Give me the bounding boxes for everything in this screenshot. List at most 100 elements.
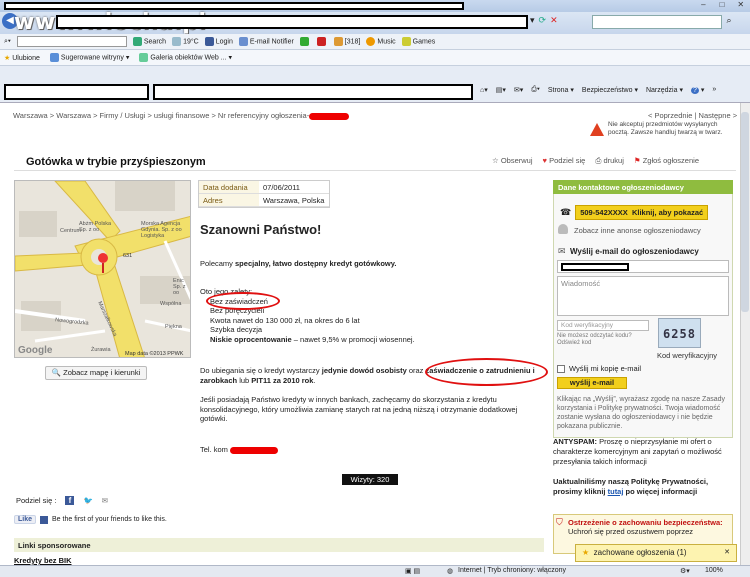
privacy-link[interactable]: tutaj	[608, 487, 624, 496]
watch-link[interactable]: ☆ Obserwuj	[492, 156, 533, 166]
map-label: Centrum	[60, 228, 82, 234]
login-item[interactable]: Login	[204, 37, 233, 46]
antispam-title: ANTYSPAM:	[553, 437, 598, 446]
map-directions-button[interactable]: 🔍 Zobacz mapę i kierunki	[45, 366, 147, 380]
settings-icon[interactable]: ⚙▾	[680, 567, 690, 575]
security-menu[interactable]: Bezpieczeństwo ▾	[582, 86, 638, 94]
address-bar[interactable]	[56, 15, 528, 29]
print-label: drukuj	[603, 156, 624, 165]
location-map[interactable]: Centrum Abżm Polska Sp. z oo Morska Agen…	[14, 180, 191, 358]
print-icon[interactable]: ⎙▾	[531, 86, 540, 94]
refresh-icon[interactable]: ⟳	[539, 15, 547, 26]
verification-code-field[interactable]: Kod weryfikacyjny	[557, 320, 649, 331]
red-annotation-circle	[425, 358, 548, 386]
intro-prefix: Polecamy	[200, 259, 236, 268]
redacted-title	[4, 2, 464, 10]
sender-email-field[interactable]	[557, 260, 729, 273]
map-credit: Map data ©2013 PPWK	[125, 351, 184, 357]
date-row: Data dodania 07/06/2011	[199, 181, 329, 194]
redacted-tab-1[interactable]	[4, 84, 149, 100]
copy-me-row: Wyślij mi kopię e-mail	[557, 364, 641, 373]
help-menu-label: ?	[690, 87, 699, 94]
search-icon[interactable]: ⌕	[722, 15, 736, 29]
stop-icon[interactable]: ✕	[550, 15, 558, 26]
search-icon: 🔍	[51, 368, 62, 377]
phone-number: 509-542XXXX	[580, 208, 628, 217]
breadcrumb-text[interactable]: Warszawa > Warszawa > Firmy / Usługi > u…	[13, 111, 309, 120]
twitter-icon[interactable]: 🐦	[83, 496, 92, 505]
message-field[interactable]: Wiadomość	[557, 276, 729, 316]
search-icon	[132, 37, 142, 46]
sponsored-link[interactable]: Kredyty bez BIK	[14, 556, 72, 565]
print-link[interactable]: ⎙ drukuj	[595, 156, 624, 166]
intro-paragraph: Polecamy specjalny, łatwo dostępny kredy…	[200, 259, 396, 269]
address-value: Warszawa, Polska	[263, 196, 325, 205]
dropdown-icon[interactable]: ▾	[530, 15, 535, 26]
toolbar-search-input[interactable]	[16, 36, 127, 47]
p3-b: jedynie dowód osobisty	[321, 366, 407, 375]
cloud-icon	[172, 37, 182, 46]
map-graphic	[15, 181, 190, 357]
redacted-tab-2[interactable]	[153, 84, 473, 100]
suggested-sites-link[interactable]: Sugerowane witryny ▾	[49, 53, 129, 62]
copy-me-checkbox[interactable]	[557, 364, 565, 373]
feeds-icon[interactable]: ▤▾	[496, 86, 506, 94]
report-link[interactable]: ⚑ Zgłoś ogłoszenie	[634, 156, 699, 166]
maximize-icon[interactable]: □	[713, 0, 732, 12]
breadcrumb[interactable]: Warszawa > Warszawa > Firmy / Usługi > u…	[13, 111, 350, 120]
email-share-icon[interactable]: ✉	[102, 496, 108, 505]
mail-count-item[interactable]: [318]	[333, 37, 360, 46]
refresh-code-hint[interactable]: Nie możesz odczytać kodu? Odśwież kod	[557, 333, 647, 347]
close-icon[interactable]: ✕	[724, 548, 730, 556]
tools-menu-label: Narzędzia	[645, 87, 678, 94]
star-icon: ☆	[492, 156, 499, 165]
map-label: Abżm Polska Sp. z oo	[79, 221, 112, 233]
show-phone-button[interactable]: 509-542XXXX Kliknij, aby pokazać	[575, 205, 709, 220]
facebook-icon[interactable]: f	[65, 496, 75, 505]
email-notifier-label: E-mail Notifier	[249, 38, 294, 46]
browser-search-input[interactable]	[592, 15, 722, 29]
like-button[interactable]: Like	[14, 515, 37, 524]
email-notifier-item[interactable]: E-mail Notifier	[238, 37, 294, 46]
saved-ads-bar[interactable]: ★ zachowane ogłoszenia (1) ✕	[575, 544, 737, 562]
map-label: 631	[123, 253, 133, 259]
globe-icon: ◍	[447, 568, 454, 575]
send-email-button[interactable]: wyślij e-mail	[557, 377, 627, 389]
privacy-text-b: po więcej informacji	[623, 487, 698, 496]
search-icon[interactable]: ⌕▾	[4, 38, 11, 46]
help-menu[interactable]: ? ▾	[690, 86, 704, 94]
watch-label: Obserwuj	[500, 156, 533, 165]
flag-icon: ⚑	[633, 156, 641, 165]
favorites-button[interactable]: ★ Ulubione	[4, 54, 40, 62]
youtube-icon[interactable]	[316, 37, 326, 46]
web-gallery-link[interactable]: Galeria obiektów Web ... ▾	[139, 53, 232, 62]
music-item[interactable]: Music	[366, 37, 396, 46]
weather-item[interactable]: 19°C	[172, 37, 199, 46]
other-ads-link[interactable]: Zobacz inne anonse ogłoszeniodawcy	[574, 226, 701, 235]
minimize-icon[interactable]: –	[694, 0, 713, 12]
torrent-icon[interactable]	[299, 37, 309, 46]
chevron-right-icon[interactable]: »	[712, 86, 716, 94]
toolbar-search-button[interactable]: Search	[132, 37, 167, 46]
list-item: Niskie oprocentowanie – nawet 9,5% w pro…	[210, 335, 415, 345]
page-menu[interactable]: Strona ▾	[548, 86, 574, 94]
tools-menu[interactable]: Narzędzia ▾	[646, 86, 683, 94]
date-label: Data dodania	[199, 181, 259, 193]
prev-next-links[interactable]: < Poprzednie | Następne >	[648, 111, 737, 120]
search-label: Search	[143, 38, 167, 46]
security-menu-label: Bezpieczeństwo	[581, 87, 633, 94]
read-mail-icon[interactable]: ✉▾	[514, 86, 523, 94]
zoom-level[interactable]: 100%	[705, 567, 723, 574]
share-link[interactable]: ♥ Podziel się	[543, 156, 586, 166]
mail-icon	[238, 37, 248, 46]
captcha-image: 6258	[658, 318, 701, 348]
rate-bold: Niskie oprocentowanie	[210, 334, 292, 344]
home-icon[interactable]: ⌂▾	[480, 86, 488, 94]
p3-a: Do ubiegania się o kredyt wystarczy	[200, 366, 322, 375]
copy-me-label: Wyślij mi kopię e-mail	[569, 364, 642, 373]
security-zone[interactable]: Internet | Tryb chroniony: włączony	[458, 567, 566, 574]
close-icon[interactable]: ✕	[731, 0, 750, 12]
safety-warning-text: Uchroń się przed oszustwem poprzez	[568, 527, 694, 536]
scrollbar-thumb[interactable]	[741, 112, 749, 312]
games-item[interactable]: Games	[401, 37, 435, 46]
